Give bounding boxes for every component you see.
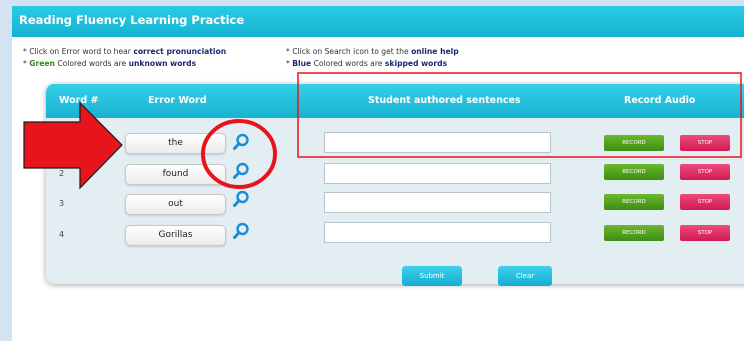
submit-button[interactable]: Submit	[402, 266, 462, 286]
record-button[interactable]: RECORD	[604, 135, 664, 151]
error-word-button[interactable]: out	[125, 194, 226, 215]
header-record-audio: Record Audio	[624, 95, 696, 106]
stop-button[interactable]: STOP	[680, 164, 730, 180]
header-word-number: Word #	[59, 95, 99, 106]
search-icon[interactable]	[232, 133, 250, 151]
error-word-button[interactable]: the	[125, 133, 226, 154]
instruction-online-help: * Click on Search icon to get the online…	[286, 47, 459, 56]
record-button[interactable]: RECORD	[604, 194, 664, 210]
stop-button[interactable]: STOP	[680, 194, 730, 210]
app-title: Reading Fluency Learning Practice	[19, 13, 245, 27]
table-header: Word # Error Word Student authored sente…	[46, 84, 744, 118]
instruction-pronunciation: * Click on Error word to hear correct pr…	[23, 47, 227, 56]
record-button[interactable]: RECORD	[604, 164, 664, 180]
search-icon[interactable]	[232, 190, 250, 208]
row-number: 2	[59, 169, 65, 178]
row-number: 3	[59, 199, 65, 208]
app-window: Reading Fluency Learning Practice * Clic…	[12, 6, 744, 341]
clear-button[interactable]: Clear	[498, 266, 552, 286]
sentence-input[interactable]	[324, 192, 551, 213]
error-word-button[interactable]: found	[125, 164, 226, 185]
practice-table: Word # Error Word Student authored sente…	[46, 84, 744, 286]
row-number: 4	[59, 230, 65, 239]
header-error-word: Error Word	[148, 95, 207, 106]
sentence-input[interactable]	[324, 222, 551, 243]
title-bar: Reading Fluency Learning Practice	[12, 6, 744, 37]
sentence-input[interactable]	[324, 163, 551, 184]
search-icon[interactable]	[232, 222, 250, 240]
record-button[interactable]: RECORD	[604, 225, 664, 241]
header-sentences: Student authored sentences	[368, 95, 521, 106]
sentence-input[interactable]	[324, 132, 551, 153]
stop-button[interactable]: STOP	[680, 225, 730, 241]
error-word-button[interactable]: Gorillas	[125, 225, 226, 246]
row-number: 1	[59, 138, 65, 147]
instruction-green-words: * Green Colored words are unknown words	[23, 59, 197, 68]
search-icon[interactable]	[232, 162, 250, 180]
stop-button[interactable]: STOP	[680, 135, 730, 151]
instruction-blue-words: * Blue Colored words are skipped words	[286, 59, 448, 68]
